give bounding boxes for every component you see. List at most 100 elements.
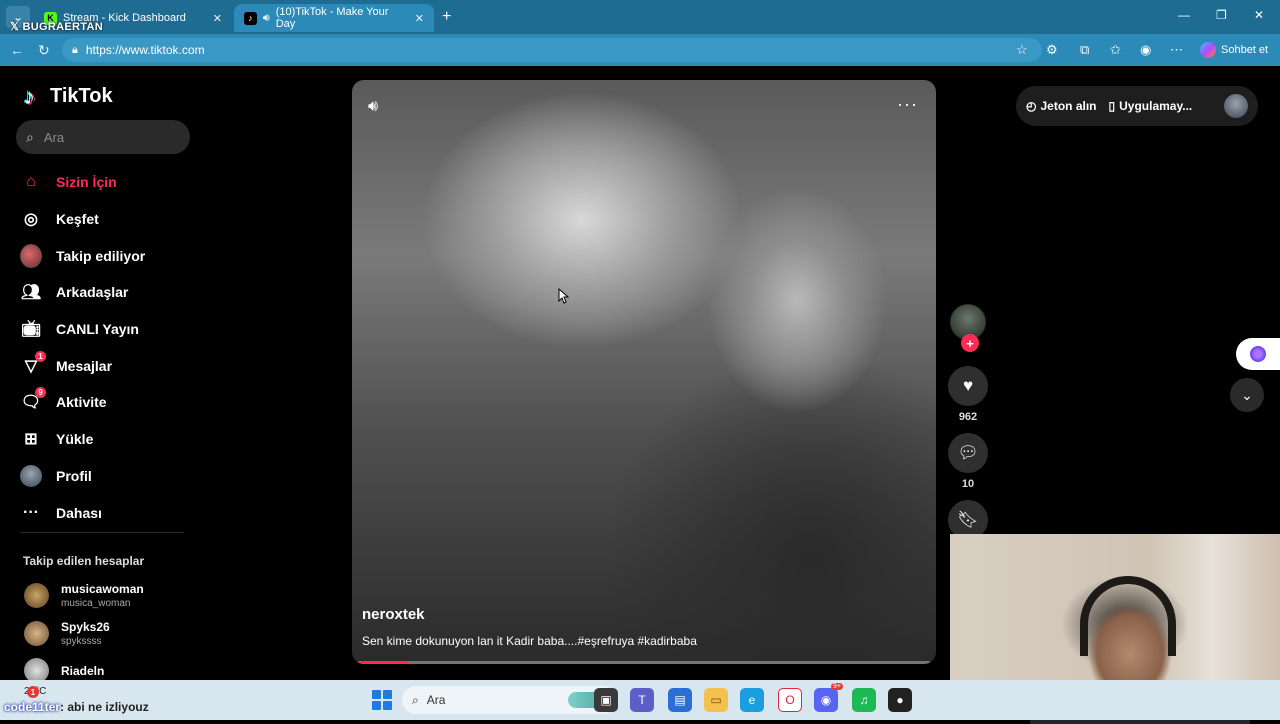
account-name: musicawoman — [61, 582, 144, 596]
live-tv-icon: 📺︎ — [20, 321, 42, 339]
close-tab-icon[interactable]: ✕ — [415, 12, 424, 25]
tab-tiktok[interactable]: ♪ 🔊︎ (10)TikTok - Make Your Day ✕ — [234, 4, 434, 32]
nav-label: Yükle — [56, 431, 94, 448]
lock-icon: 🔒︎ — [72, 43, 78, 56]
video-progress-fill — [358, 661, 410, 664]
favorites-icon[interactable]: ✩ — [1110, 42, 1121, 58]
creator-avatar[interactable]: + — [950, 304, 986, 352]
account-username: spykssss — [61, 636, 102, 647]
assistant-orb-icon — [1250, 346, 1266, 362]
store-icon[interactable]: ▤ — [668, 688, 692, 712]
video-caption: Sen kime dokunuyon lan it Kadir baba....… — [362, 634, 697, 648]
account-username: musica_woman — [61, 598, 131, 609]
edge-icon[interactable]: e — [740, 688, 764, 712]
maximize-button[interactable]: ❐ — [1216, 8, 1227, 22]
volume-icon[interactable]: 🔊︎ — [368, 98, 378, 116]
nav-item-for-you[interactable]: ⌂ Sizin İçin — [20, 164, 220, 201]
file-explorer-icon[interactable]: ▭ — [704, 688, 728, 712]
taskbar-search[interactable]: ⌕ Ara — [402, 686, 618, 714]
task-view-icon[interactable]: ▣ — [594, 688, 618, 712]
sidebar-divider — [20, 532, 184, 533]
nav-item-more[interactable]: ··· Dahası — [20, 494, 220, 531]
following-avatar — [20, 243, 42, 268]
close-tab-icon[interactable]: ✕ — [213, 12, 222, 25]
nav-item-explore[interactable]: ◎ Keşfet — [20, 201, 220, 238]
stream-overlay-brand: 𝕏 BUGRAERTAN — [10, 20, 103, 33]
url-text: https://www.tiktok.com — [85, 43, 205, 57]
search-input[interactable] — [43, 129, 164, 145]
profile-icon[interactable]: ◉ — [1140, 42, 1151, 58]
video-more-options-icon[interactable]: ··· — [897, 94, 918, 115]
copilot-button[interactable]: Sohbet et — [1200, 42, 1268, 58]
opera-icon[interactable]: O — [778, 688, 802, 712]
nav-item-friends[interactable]: 👥︎ Arkadaşlar — [20, 274, 220, 311]
minimize-button[interactable]: — — [1178, 8, 1190, 22]
following-account-item[interactable]: musicawoman musica_woman — [24, 582, 144, 609]
nav-label: Keşfet — [56, 211, 99, 228]
nav-item-upload[interactable]: ⊞ Yükle — [20, 421, 220, 458]
messages-icon: ▽ 1 — [20, 350, 46, 377]
upload-icon: ⊞ — [24, 431, 38, 449]
nav-item-live[interactable]: 📺︎ CANLI Yayın — [20, 311, 220, 348]
split-screen-icon[interactable]: ⧉ — [1080, 42, 1089, 58]
copilot-label: Sohbet et — [1221, 44, 1269, 56]
get-app-button[interactable]: ▯ Uygulamay... — [1109, 99, 1193, 113]
close-window-button[interactable]: ✕ — [1254, 8, 1264, 22]
address-bar-row: ← ↻ 🔒︎ https://www.tiktok.com ☆ ⚙ ⧉ ✩ ◉ … — [0, 34, 1280, 66]
back-arrow-icon[interactable]: ← — [10, 42, 24, 58]
nav-label: Dahası — [56, 504, 102, 521]
account-avatar — [24, 621, 49, 646]
spotify-icon[interactable]: ♫ — [852, 688, 876, 712]
search-icon: ⌕ — [412, 692, 419, 707]
tiktok-logo[interactable]: ♪ TikTok — [24, 84, 113, 109]
mouse-cursor-icon — [558, 288, 570, 304]
nav-label: CANLI Yayın — [56, 321, 139, 338]
chat-message: : abi ne izliyouz — [60, 700, 149, 714]
nav-label: Sizin İçin — [56, 174, 117, 191]
url-field[interactable]: 🔒︎ https://www.tiktok.com — [62, 38, 1042, 62]
windows-taskbar: 21°C ⌕ Ara ▣ T ▤ ▭ e O ◉9+ ♫ ● — [0, 680, 1280, 720]
side-assistant-chip[interactable] — [1236, 338, 1280, 370]
following-accounts-title: Takip edilen hesaplar — [23, 554, 145, 568]
more-menu-icon[interactable]: ⋯ — [1170, 42, 1183, 58]
discord-icon[interactable]: ◉ 9+ — [814, 683, 843, 712]
extensions-icon[interactable]: ⚙ — [1046, 42, 1058, 58]
get-coins-button[interactable]: ◴ Jeton alın — [1026, 99, 1097, 113]
sidebar-nav: ⌂ Sizin İçin ◎ Keşfet Takip ediliyor 👥︎ … — [20, 164, 220, 531]
obs-icon[interactable]: ● — [888, 688, 912, 712]
coin-icon: ◴ — [1026, 99, 1037, 113]
user-avatar[interactable] — [1224, 94, 1248, 118]
video-player[interactable]: 🔊︎ ··· neroxtek Sen kime dokunuyon lan i… — [352, 80, 936, 664]
account-avatar — [24, 583, 49, 608]
get-coins-label: Jeton alın — [1040, 99, 1097, 113]
following-account-item[interactable]: Spyks26 spykssss — [24, 620, 110, 647]
video-progress-bar[interactable] — [358, 661, 930, 664]
nav-item-profile[interactable]: Profil — [20, 458, 220, 495]
nav-label: Aktivite — [56, 394, 107, 411]
tab-label: (10)TikTok - Make Your Day — [275, 6, 389, 30]
nav-item-messages[interactable]: ▽ 1 Mesajlar — [20, 347, 220, 384]
windows-start-button[interactable] — [372, 690, 392, 710]
like-button[interactable]: ♥ — [948, 366, 988, 406]
copilot-icon — [1200, 42, 1216, 58]
logo-text: TikTok — [50, 84, 113, 107]
chevron-down-icon: ⌄ — [1241, 386, 1253, 403]
favorite-star-icon[interactable]: ☆ — [1016, 42, 1028, 58]
tiktok-favicon-icon: ♪ — [244, 11, 257, 25]
video-author[interactable]: neroxtek — [362, 606, 425, 623]
video-action-rail: + ♥ 962 💬︎ 10 🔖︎ — [946, 304, 990, 540]
search-box[interactable]: ⌕ — [16, 120, 190, 154]
nav-item-activity[interactable]: 🗨︎ 9 Aktivite — [20, 384, 220, 421]
header-actions: ◴ Jeton alın ▯ Uygulamay... — [1016, 86, 1258, 126]
comment-button[interactable]: 💬︎ — [948, 433, 988, 473]
x-logo-icon: 𝕏 — [10, 21, 23, 33]
next-video-button[interactable]: ⌄ — [1230, 378, 1264, 412]
new-tab-button[interactable]: + — [442, 8, 451, 26]
follow-plus-icon[interactable]: + — [961, 334, 979, 352]
compass-icon: ◎ — [24, 211, 38, 229]
speaker-icon[interactable]: 🔊︎ — [263, 12, 270, 25]
refresh-icon[interactable]: ↻ — [38, 42, 50, 59]
nav-item-following[interactable]: Takip ediliyor — [20, 237, 220, 274]
nav-label: Mesajlar — [56, 357, 113, 374]
teams-icon[interactable]: T — [630, 688, 654, 712]
